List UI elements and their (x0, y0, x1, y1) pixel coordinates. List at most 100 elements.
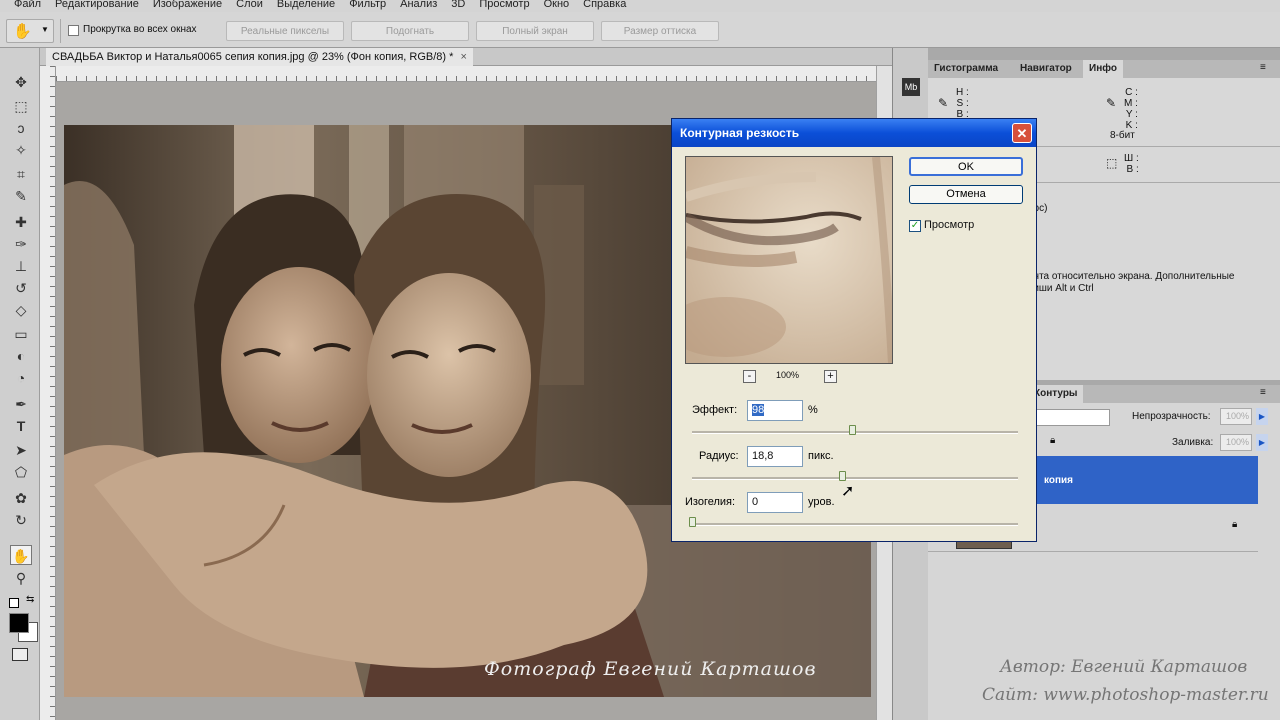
amount-value: 98 (752, 404, 765, 416)
threshold-slider[interactable] (692, 523, 1018, 526)
credit-author: Автор: Евгений Карташов (1000, 657, 1248, 677)
lock-icon[interactable]: 🔒︎ (1050, 435, 1055, 446)
radius-slider-thumb[interactable] (838, 471, 846, 481)
filter-preview[interactable] (685, 156, 893, 364)
default-colors-icon[interactable] (9, 598, 19, 608)
radius-slider[interactable] (692, 477, 1018, 480)
pen-tool-icon[interactable]: ✒ (10, 394, 32, 414)
lock-icon: 🔒︎ (1232, 519, 1238, 530)
horizontal-ruler (56, 66, 892, 82)
menu-help[interactable]: Справка (583, 0, 626, 10)
move-tool-icon[interactable]: ✥ (10, 72, 32, 92)
credit-site: Сайт: www.photoshop-master.ru (982, 685, 1269, 705)
scroll-all-label: Прокрутка во всех окнах (83, 24, 197, 35)
tab-histogram[interactable]: Гистограмма (928, 60, 1004, 78)
swap-colors-icon[interactable]: ⇆ (26, 594, 34, 605)
marquee-tool-icon[interactable]: ⬚ (10, 96, 32, 116)
fit-screen-button[interactable]: Подогнать (351, 21, 469, 41)
opacity-arrow-icon[interactable]: ▶ (1256, 408, 1268, 425)
amount-unit: % (808, 404, 818, 416)
info-s-label: S : (956, 98, 969, 109)
zoom-level: 100% (776, 370, 800, 380)
menu-image[interactable]: Изображение (153, 0, 222, 10)
document-tab[interactable]: СВАДЬБА Виктор и Наталья0065 сепия копия… (46, 48, 473, 66)
mini-bridge-icon[interactable]: Mb (902, 78, 920, 96)
tab-info[interactable]: Инфо (1083, 60, 1123, 78)
shape-tool-icon[interactable]: ⬠ (10, 462, 32, 482)
clone-stamp-icon[interactable]: ⊥ (10, 256, 32, 276)
preview-checkbox[interactable]: ✓ (909, 220, 921, 232)
menu-select[interactable]: Выделение (277, 0, 335, 10)
dodge-tool-icon[interactable]: ◔ (10, 368, 32, 388)
gradient-tool-icon[interactable]: ▭ (10, 324, 32, 344)
hand-tool-icon[interactable]: ✋ (10, 545, 32, 565)
info-width-label: Ш : (1124, 153, 1139, 164)
menu-analysis[interactable]: Анализ (400, 0, 437, 10)
close-icon[interactable]: × (460, 51, 466, 63)
3d-rotate-icon[interactable]: ✿ (10, 488, 32, 508)
menu-window[interactable]: Окно (544, 0, 570, 10)
info-y-label: Y : (1125, 109, 1138, 120)
size-icon: ⬚ (1106, 156, 1118, 170)
opacity-field[interactable]: 100% (1220, 408, 1252, 425)
layer-row-selected[interactable]: копия (1028, 456, 1258, 504)
close-icon[interactable]: ✕ (1012, 123, 1032, 143)
threshold-slider-thumb[interactable] (689, 517, 696, 527)
path-selection-icon[interactable]: ➤ (10, 440, 32, 460)
brush-tool-icon[interactable]: ✑ (10, 234, 32, 254)
photo-watermark: Фотограф Евгений Карташов (484, 658, 817, 680)
hand-tool-icon: ✋ (13, 23, 32, 40)
info-h-label: H : (956, 87, 969, 98)
chevron-down-icon: ▼ (41, 25, 49, 34)
full-screen-button[interactable]: Полный экран (476, 21, 594, 41)
fill-arrow-icon[interactable]: ▶ (1256, 434, 1268, 451)
menu-layers[interactable]: Слои (236, 0, 263, 10)
panel-menu-icon[interactable]: ≡ (1260, 387, 1266, 398)
threshold-input[interactable]: 0 (747, 492, 803, 513)
amount-input[interactable]: 98 (747, 400, 803, 421)
fill-label: Заливка: (1172, 437, 1214, 448)
dialog-title-bar[interactable]: Контурная резкость ✕ (672, 119, 1036, 147)
blend-mode-select[interactable] (1028, 409, 1110, 426)
crop-tool-icon[interactable]: ⌗ (10, 164, 32, 184)
menu-view[interactable]: Просмотр (479, 0, 529, 10)
document-title: СВАДЬБА Виктор и Наталья0065 сепия копия… (52, 51, 454, 63)
lasso-tool-icon[interactable]: ↄ (10, 118, 32, 138)
eyedropper-icon: ✎ (938, 96, 949, 110)
fill-field[interactable]: 100% (1220, 434, 1252, 451)
menu-file[interactable]: Файл (14, 0, 41, 10)
print-size-button[interactable]: Размер оттиска (601, 21, 719, 41)
zoom-out-button[interactable]: - (743, 370, 756, 383)
zoom-tool-icon[interactable]: ⚲ (10, 568, 32, 588)
scroll-all-checkbox[interactable] (68, 25, 79, 36)
menu-bar: Файл Редактирование Изображение Слои Выделен… (0, 0, 1280, 12)
menu-filter[interactable]: Фильтр (349, 0, 386, 10)
3d-orbit-icon[interactable]: ↻ (10, 510, 32, 530)
unsharp-mask-dialog: Контурная резкость ✕ - 100% + OK Отмена … (671, 118, 1037, 542)
radius-input[interactable]: 18,8 (747, 446, 803, 467)
quick-mask-icon[interactable] (12, 648, 28, 661)
mouse-cursor-icon: ➚ (841, 483, 855, 500)
menu-edit[interactable]: Редактирование (55, 0, 139, 10)
info-m-label: M : (1124, 98, 1138, 109)
history-brush-icon[interactable]: ↺ (10, 278, 32, 298)
blur-tool-icon[interactable]: ◐ (10, 346, 32, 366)
magic-wand-icon[interactable]: ✧ (10, 140, 32, 160)
type-tool-icon[interactable]: T (10, 416, 32, 436)
menu-3d[interactable]: 3D (451, 0, 465, 10)
actual-pixels-button[interactable]: Реальные пикселы (226, 21, 344, 41)
preview-label: Просмотр (924, 219, 975, 231)
ok-button[interactable]: OK (909, 157, 1023, 176)
radius-unit: пикс. (808, 450, 834, 462)
foreground-color-swatch[interactable] (9, 613, 29, 633)
zoom-in-button[interactable]: + (824, 370, 837, 383)
tool-preset-picker[interactable]: ✋ ▼ (6, 19, 54, 43)
panel-menu-icon[interactable]: ≡ (1260, 62, 1266, 73)
tab-navigator[interactable]: Навигатор (1014, 60, 1078, 78)
eyedropper-icon[interactable]: ✎ (10, 186, 32, 206)
cancel-button[interactable]: Отмена (909, 185, 1023, 204)
amount-slider-thumb[interactable] (848, 425, 856, 435)
eraser-tool-icon[interactable]: ◇ (10, 300, 32, 320)
healing-brush-icon[interactable]: ✚ (10, 212, 32, 232)
options-bar: ✋ ▼ Прокрутка во всех окнах Реальные пик… (0, 12, 1280, 48)
